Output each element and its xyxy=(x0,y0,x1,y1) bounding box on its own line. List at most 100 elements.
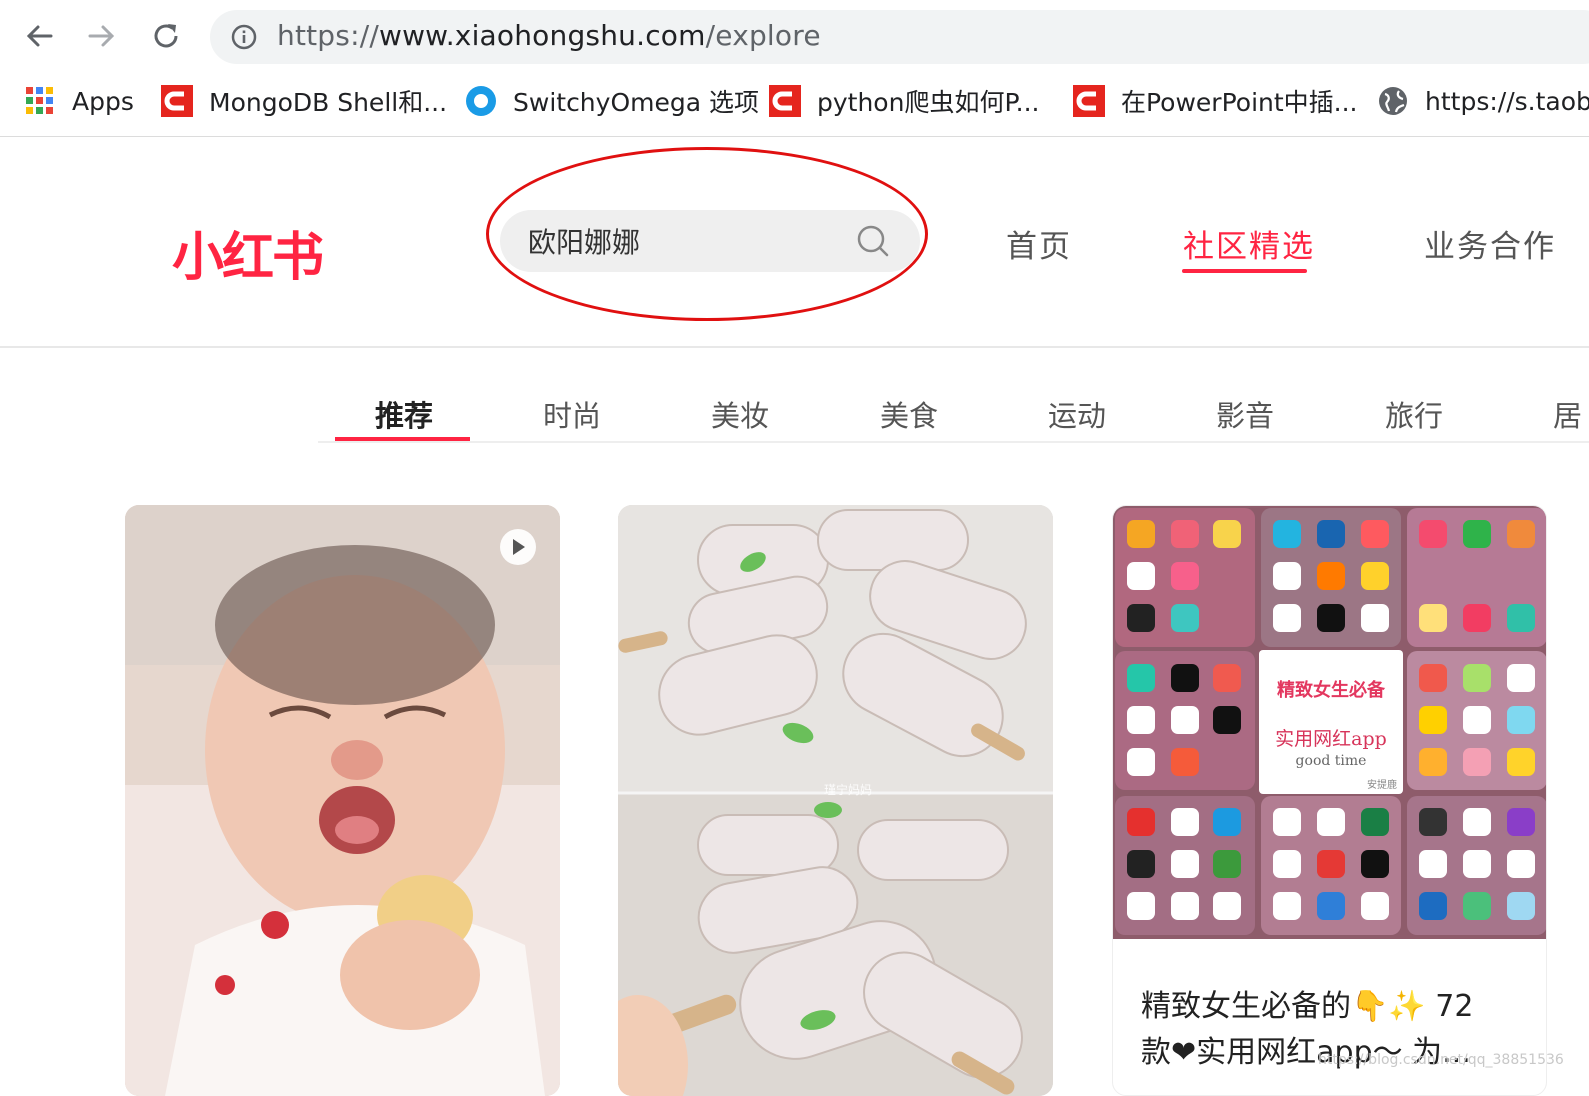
category-tabs: 推荐 时尚 美妆 美食 运动 影音 旅行 居 xyxy=(318,381,1589,443)
reload-button[interactable] xyxy=(144,14,188,58)
crying-baby-photo xyxy=(125,505,560,1096)
bookmark-switchyomega[interactable]: SwitchyOmega 选项 xyxy=(465,78,759,124)
bookmarks-bar: Apps MongoDB Shell和... SwitchyOmega 选项 p… xyxy=(0,78,1589,124)
site-logo[interactable]: 小红书 xyxy=(172,215,324,290)
app-icon xyxy=(1213,706,1241,734)
nav-community-picks[interactable]: 社区精选 xyxy=(1183,221,1315,266)
app-icon xyxy=(1419,748,1447,776)
globe-icon xyxy=(1379,87,1407,115)
url-scheme: https:// xyxy=(277,19,379,52)
tab-travel[interactable]: 旅行 xyxy=(1385,393,1443,435)
app-icon xyxy=(1213,520,1241,548)
site-info-icon[interactable] xyxy=(230,23,258,51)
app-icon xyxy=(1361,562,1389,590)
app-icon xyxy=(1273,562,1301,590)
bookmark-powerpoint[interactable]: 在PowerPoint中插... xyxy=(1073,78,1358,124)
csdn-icon xyxy=(161,85,193,117)
watermark: https://blog.csdn.net/qq_38851536 xyxy=(1318,1052,1564,1068)
app-icon xyxy=(1127,808,1155,836)
app-icon xyxy=(1507,850,1535,878)
app-icon xyxy=(1463,748,1491,776)
app-icon xyxy=(1507,664,1535,692)
bookmark-label: python爬虫如何P... xyxy=(817,88,1040,117)
popsicle-photo xyxy=(618,505,1053,1096)
app-icon xyxy=(1127,562,1155,590)
tab-beauty[interactable]: 美妆 xyxy=(711,393,769,435)
tab-fashion[interactable]: 时尚 xyxy=(543,393,601,435)
collage-center-panel: 精致女生必备 实用网红app good time 安提鹿 xyxy=(1259,650,1403,794)
card-title-line: 精致女生必备的👇✨ 72 xyxy=(1141,989,1474,1024)
tab-food[interactable]: 美食 xyxy=(880,393,938,435)
bookmark-mongodb[interactable]: MongoDB Shell和... xyxy=(161,78,447,124)
app-icon xyxy=(1419,604,1447,632)
forward-button[interactable] xyxy=(80,14,124,58)
search-input[interactable] xyxy=(528,210,848,272)
app-icon xyxy=(1463,706,1491,734)
app-icon xyxy=(1317,892,1345,920)
app-icon xyxy=(1361,604,1389,632)
app-icon xyxy=(1127,664,1155,692)
app-icon xyxy=(1463,850,1491,878)
app-icon xyxy=(1213,892,1241,920)
url-path: /explore xyxy=(705,19,821,52)
bookmark-apps[interactable]: Apps xyxy=(24,78,134,124)
app-icon xyxy=(1127,850,1155,878)
bookmark-taobao[interactable]: https://s.taob xyxy=(1377,78,1589,124)
tab-sports[interactable]: 运动 xyxy=(1048,393,1106,435)
tab-media[interactable]: 影音 xyxy=(1216,393,1274,435)
app-icon xyxy=(1171,562,1199,590)
feed-card-popsicle[interactable]: 瑾宁妈妈 xyxy=(618,505,1053,1096)
bookmark-label: 在PowerPoint中插... xyxy=(1121,88,1358,117)
app-icon xyxy=(1463,808,1491,836)
reload-icon xyxy=(154,24,178,48)
app-icon xyxy=(1361,850,1389,878)
app-icon xyxy=(1213,664,1241,692)
bookmark-label: Apps xyxy=(72,86,134,116)
app-icon xyxy=(1507,892,1535,920)
app-icon xyxy=(1419,808,1447,836)
app-icon xyxy=(1507,604,1535,632)
app-icon xyxy=(1273,892,1301,920)
bookmark-label: MongoDB Shell和... xyxy=(209,88,448,117)
app-icon xyxy=(1213,850,1241,878)
search-box[interactable] xyxy=(500,210,920,272)
bookmark-python[interactable]: python爬虫如何P... xyxy=(769,78,1039,124)
app-icon xyxy=(1317,808,1345,836)
app-icon xyxy=(1361,892,1389,920)
app-icon xyxy=(1507,520,1535,548)
app-icon xyxy=(1171,808,1199,836)
tab-home[interactable]: 居 xyxy=(1553,393,1582,435)
site-header: 小红书 首页 社区精选 业务合作 xyxy=(0,137,1589,348)
app-icon xyxy=(1361,520,1389,548)
feed-card-apps[interactable]: 精致女生必备 实用网红app good time 安提鹿 精致女生必备的👇✨ 7… xyxy=(1112,505,1547,1096)
url-text[interactable]: https://www.xiaohongshu.com/explore xyxy=(277,19,821,52)
nav-business[interactable]: 业务合作 xyxy=(1424,221,1556,266)
panel-title: 精致女生必备 xyxy=(1277,680,1385,701)
app-icon xyxy=(1463,892,1491,920)
app-icon xyxy=(1463,520,1491,548)
app-icon xyxy=(1171,748,1199,776)
app-icon xyxy=(1419,706,1447,734)
app-icon xyxy=(1317,604,1345,632)
app-icon xyxy=(1419,892,1447,920)
tab-active-underline xyxy=(335,437,470,441)
tab-recommended[interactable]: 推荐 xyxy=(375,393,433,435)
app-icon xyxy=(1317,850,1345,878)
address-bar[interactable]: https://www.xiaohongshu.com/explore xyxy=(210,10,1589,64)
app-icon xyxy=(1171,604,1199,632)
app-icon xyxy=(1361,808,1389,836)
app-icon xyxy=(1463,664,1491,692)
bookmark-label: SwitchyOmega 选项 xyxy=(513,88,759,117)
app-collage: 精致女生必备 实用网红app good time 安提鹿 xyxy=(1113,506,1546,939)
search-icon[interactable] xyxy=(856,224,890,258)
photo-overlay-text: 瑾宁妈妈 xyxy=(824,783,873,797)
feed-card-video[interactable] xyxy=(125,505,560,1096)
app-icon xyxy=(1317,562,1345,590)
panel-tagline: good time xyxy=(1295,753,1367,769)
play-icon[interactable] xyxy=(500,529,536,565)
nav-home[interactable]: 首页 xyxy=(1006,221,1072,266)
back-arrow-icon xyxy=(26,25,53,47)
app-icon xyxy=(1127,892,1155,920)
back-button[interactable] xyxy=(17,14,61,58)
app-icon xyxy=(1213,808,1241,836)
